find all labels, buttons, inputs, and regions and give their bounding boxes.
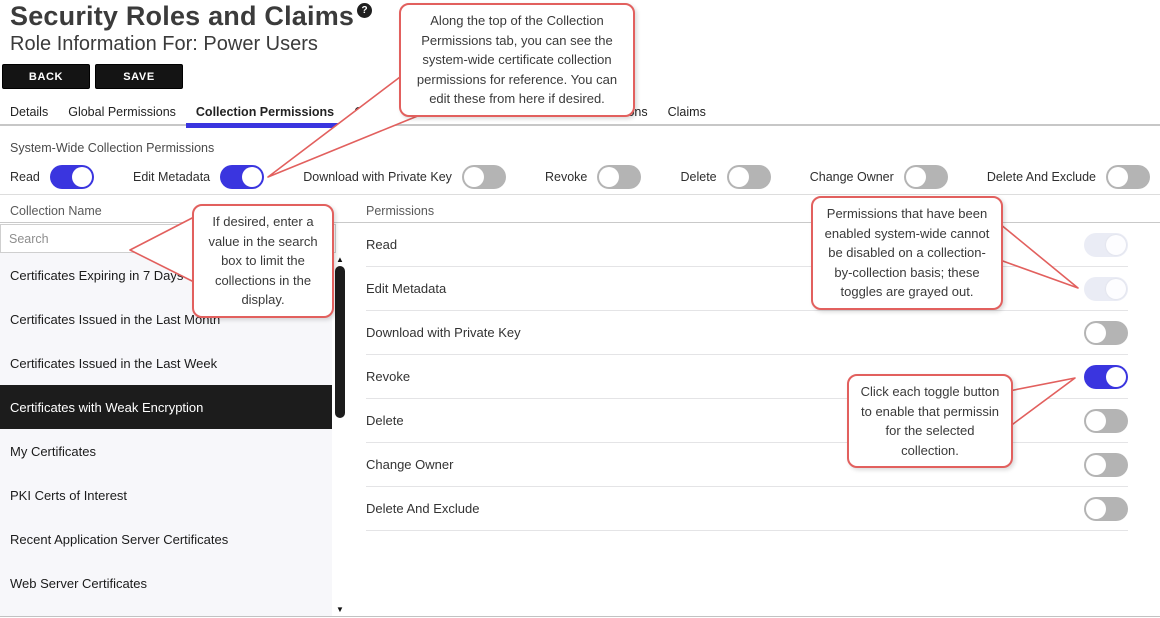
bottom-border [0, 616, 1160, 617]
permission-label: Change Owner [366, 457, 453, 472]
annotation-callout-system-wide: Along the top of the Collection Permissi… [399, 3, 635, 117]
annotation-callout-locked-toggles: Permissions that have been enabled syste… [811, 196, 1003, 310]
system-wide-toggle-row: Read Edit Metadata Download with Private… [10, 163, 1150, 191]
toggle-label: Edit Metadata [133, 170, 210, 184]
system-wide-heading: System-Wide Collection Permissions [10, 141, 214, 155]
toggle-switch[interactable] [1106, 165, 1150, 189]
back-button[interactable]: BACK [2, 64, 90, 89]
collection-list-item[interactable]: PKI Certs of Interest [0, 473, 332, 517]
list-scrollbar[interactable]: ▲ ▼ [332, 253, 348, 618]
toggle-switch[interactable] [50, 165, 94, 189]
permission-toggle-switch[interactable] [1084, 497, 1128, 521]
collection-list-item[interactable]: Web Server Certificates [0, 561, 332, 605]
toggle-label: Revoke [545, 170, 587, 184]
tab[interactable]: Claims [658, 102, 716, 124]
collection-list-item[interactable]: Certificates with Weak Encryption [0, 385, 332, 429]
permission-row: Download with Private Key [366, 311, 1128, 355]
permission-row: Edit Metadata [366, 267, 1128, 311]
permissions-column-header: Permissions [366, 204, 434, 218]
permission-label: Download with Private Key [366, 325, 521, 340]
permission-toggle-switch[interactable] [1084, 365, 1128, 389]
section-divider [0, 194, 1160, 195]
toggle-label: Delete [680, 170, 716, 184]
permission-toggle-switch[interactable] [1084, 277, 1128, 301]
page-title-text: Security Roles and Claims [10, 1, 354, 31]
annotation-callout-search: If desired, enter a value in the search … [192, 204, 334, 318]
toggle-switch[interactable] [462, 165, 506, 189]
permission-label: Delete And Exclude [366, 501, 479, 516]
scrollbar-thumb[interactable] [335, 266, 345, 418]
toggle-label: Delete And Exclude [987, 170, 1096, 184]
permission-label: Revoke [366, 369, 410, 384]
system-wide-toggle-item: Change Owner [810, 165, 948, 189]
permission-row: Delete [366, 399, 1128, 443]
tab[interactable]: Details [0, 102, 58, 124]
toggle-switch[interactable] [904, 165, 948, 189]
toggle-label: Change Owner [810, 170, 894, 184]
toolbar: BACK SAVE [2, 64, 183, 89]
collection-list-item[interactable]: My Certificates [0, 429, 332, 473]
permission-label: Delete [366, 413, 404, 428]
toggle-switch[interactable] [220, 165, 264, 189]
permission-row: Revoke [366, 355, 1128, 399]
system-wide-toggle-item: Delete [680, 165, 770, 189]
save-button[interactable]: SAVE [95, 64, 183, 89]
annotation-callout-enable-toggle: Click each toggle button to enable that … [847, 374, 1013, 468]
page-title: Security Roles and Claims? [10, 1, 372, 32]
permission-label: Edit Metadata [366, 281, 446, 296]
system-wide-toggle-item: Download with Private Key [303, 165, 506, 189]
permission-toggle-switch[interactable] [1084, 409, 1128, 433]
scroll-down-icon[interactable]: ▼ [332, 605, 348, 615]
toggle-label: Read [10, 170, 40, 184]
permission-row: Delete And Exclude [366, 487, 1128, 531]
system-wide-toggle-item: Delete And Exclude [987, 165, 1150, 189]
collection-list-item[interactable]: Certificates Issued in the Last Week [0, 341, 332, 385]
page-subtitle: Role Information For: Power Users [10, 33, 318, 56]
system-wide-toggle-item: Read [10, 165, 94, 189]
toggle-label: Download with Private Key [303, 170, 452, 184]
permission-row: Change Owner [366, 443, 1128, 487]
permission-toggle-switch[interactable] [1084, 321, 1128, 345]
toggle-switch[interactable] [597, 165, 641, 189]
permission-toggle-switch[interactable] [1084, 453, 1128, 477]
permissions-panel: Read Edit Metadata Download with Private… [348, 223, 1160, 616]
system-wide-toggle-item: Edit Metadata [133, 165, 264, 189]
help-icon[interactable]: ? [357, 3, 372, 18]
tab[interactable]: Collection Permissions [186, 102, 344, 124]
toggle-switch[interactable] [727, 165, 771, 189]
tab[interactable]: Global Permissions [58, 102, 186, 124]
permission-row: Read [366, 223, 1128, 267]
permission-label: Read [366, 237, 397, 252]
collection-list-item[interactable]: Recent Application Server Certificates [0, 517, 332, 561]
collection-name-column-header: Collection Name [10, 204, 102, 218]
permission-toggle-switch[interactable] [1084, 233, 1128, 257]
system-wide-toggle-item: Revoke [545, 165, 641, 189]
scroll-up-icon[interactable]: ▲ [332, 255, 348, 265]
